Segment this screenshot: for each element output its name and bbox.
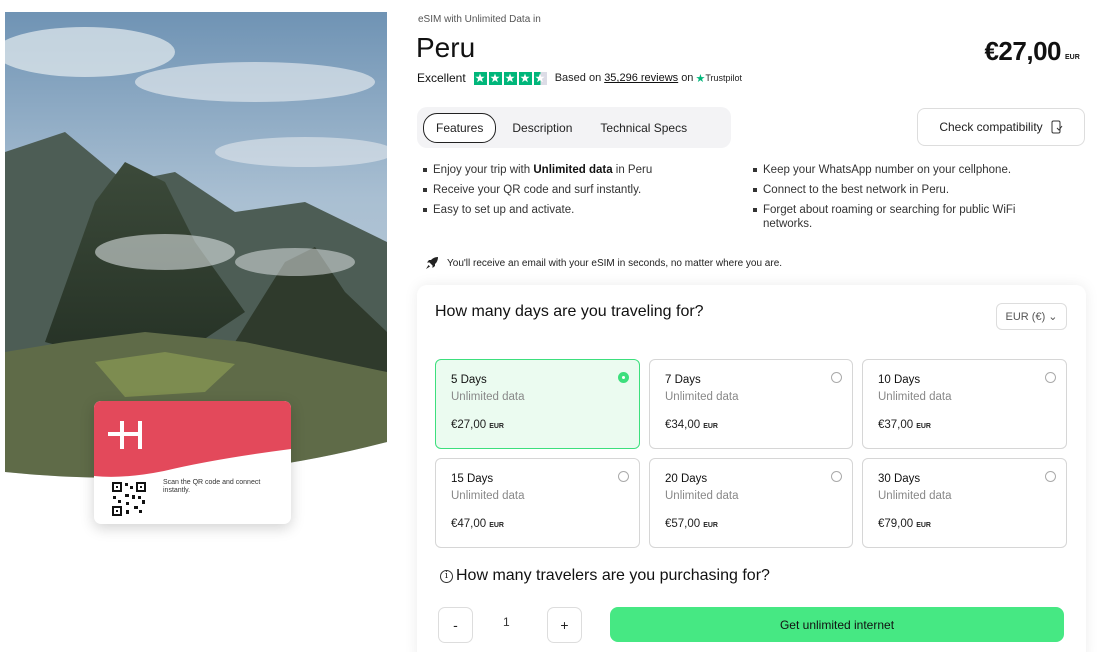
feature-item: Connect to the best network in Peru. bbox=[753, 183, 1083, 197]
based-on-text: Based on bbox=[554, 72, 602, 84]
plan-data: Unlimited data bbox=[451, 490, 525, 502]
check-compatibility-label: Check compatibility bbox=[939, 120, 1043, 134]
check-compatibility-button[interactable]: Check compatibility bbox=[917, 108, 1085, 146]
star-icon bbox=[473, 71, 487, 85]
plan-radio[interactable] bbox=[831, 471, 842, 482]
feature-item: Easy to set up and activate. bbox=[423, 203, 753, 217]
plan-question: How many days are you traveling for? bbox=[435, 303, 704, 320]
plan-data: Unlimited data bbox=[665, 391, 739, 403]
decrement-button[interactable]: - bbox=[438, 607, 473, 643]
plan-radio[interactable] bbox=[1045, 471, 1056, 482]
plan-radio[interactable] bbox=[831, 372, 842, 383]
plan-data: Unlimited data bbox=[878, 391, 952, 403]
trustpilot-star-icon: ★ bbox=[695, 72, 706, 85]
price-currency: EUR bbox=[1065, 54, 1080, 61]
trustpilot-logo: Trustpilot bbox=[705, 73, 742, 83]
plan-price: €57,00 EUR bbox=[665, 518, 718, 530]
product-price: €27,00 bbox=[984, 36, 1061, 66]
esim-card: Scan the QR code and connect instantly. bbox=[94, 401, 291, 524]
plan-option-10-days[interactable]: 10 Days Unlimited data €37,00 EUR bbox=[862, 359, 1067, 449]
plan-days: 7 Days bbox=[665, 374, 701, 386]
plan-data: Unlimited data bbox=[665, 490, 739, 502]
plan-option-5-days[interactable]: 5 Days Unlimited data €27,00 EUR bbox=[435, 359, 640, 449]
plan-option-30-days[interactable]: 30 Days Unlimited data €79,00 EUR bbox=[862, 458, 1067, 548]
plan-option-7-days[interactable]: 7 Days Unlimited data €34,00 EUR bbox=[649, 359, 853, 449]
travelers-question-text: How many travelers are you purchasing fo… bbox=[456, 567, 770, 584]
feature-item: Keep your WhatsApp number on your cellph… bbox=[753, 163, 1083, 177]
plan-grid: 5 Days Unlimited data €27,00 EUR 7 Days U… bbox=[435, 359, 1067, 548]
traveler-quantity: 1 bbox=[503, 615, 510, 629]
get-unlimited-internet-button[interactable]: Get unlimited internet bbox=[610, 607, 1064, 642]
card-caption: Scan the QR code and connect instantly. bbox=[163, 479, 261, 494]
plan-price: €37,00 EUR bbox=[878, 419, 931, 431]
plan-option-20-days[interactable]: 20 Days Unlimited data €57,00 EUR bbox=[649, 458, 853, 548]
page-title: Peru bbox=[416, 32, 476, 63]
email-note: You'll receive an email with your eSIM i… bbox=[425, 256, 782, 270]
star-icon bbox=[488, 71, 502, 85]
currency-value: EUR (€) bbox=[1005, 310, 1046, 323]
plan-days: 15 Days bbox=[451, 473, 494, 485]
increment-button[interactable]: + bbox=[547, 607, 582, 643]
plan-price: €79,00 EUR bbox=[878, 518, 931, 530]
reviews-link[interactable]: 35,296 reviews bbox=[604, 72, 678, 84]
email-note-text: You'll receive an email with your eSIM i… bbox=[447, 257, 783, 269]
star-icon bbox=[518, 71, 532, 85]
trustpilot-rating: Excellent Based on 35,296 reviews on ★ T… bbox=[417, 70, 742, 86]
holafly-logo-icon bbox=[108, 421, 142, 449]
tab-description[interactable]: Description bbox=[500, 114, 584, 142]
tab-technical-specs[interactable]: Technical Specs bbox=[588, 114, 699, 142]
plan-days: 30 Days bbox=[878, 473, 921, 485]
plan-days: 20 Days bbox=[665, 473, 708, 485]
plan-selector: How many days are you traveling for? EUR… bbox=[417, 285, 1086, 652]
feature-item: Forget about roaming or searching for pu… bbox=[753, 203, 1083, 231]
star-icon bbox=[503, 71, 517, 85]
plan-radio[interactable] bbox=[1045, 372, 1056, 383]
product-subtitle: eSIM with Unlimited Data in bbox=[418, 14, 541, 25]
tab-features[interactable]: Features bbox=[423, 112, 497, 143]
qr-code-icon bbox=[112, 482, 146, 516]
product-tabs: Features Description Technical Specs bbox=[417, 107, 731, 148]
plan-option-15-days[interactable]: 15 Days Unlimited data €47,00 EUR bbox=[435, 458, 640, 548]
rating-stars bbox=[473, 71, 547, 85]
plan-data: Unlimited data bbox=[451, 391, 525, 403]
features-list: Enjoy your trip with Unlimited data in P… bbox=[423, 163, 1083, 231]
plan-radio[interactable] bbox=[618, 471, 629, 482]
currency-select[interactable]: EUR (€) ⌄ bbox=[996, 303, 1067, 330]
plan-days: 10 Days bbox=[878, 374, 921, 386]
plan-price: €47,00 EUR bbox=[451, 518, 504, 530]
chevron-down-icon: ⌄ bbox=[1048, 311, 1058, 323]
on-text: on bbox=[681, 72, 694, 84]
plan-radio[interactable] bbox=[618, 372, 629, 383]
half-star-icon bbox=[533, 71, 547, 85]
plan-price: €34,00 EUR bbox=[665, 419, 718, 431]
info-icon[interactable]: i bbox=[440, 569, 453, 583]
plan-data: Unlimited data bbox=[878, 490, 952, 502]
plan-days: 5 Days bbox=[451, 374, 487, 386]
feature-item: Enjoy your trip with Unlimited data in P… bbox=[423, 163, 753, 177]
rating-label: Excellent bbox=[417, 71, 466, 85]
feature-item: Receive your QR code and surf instantly. bbox=[423, 183, 753, 197]
travelers-question: i How many travelers are you purchasing … bbox=[440, 567, 770, 585]
phone-check-icon bbox=[1051, 120, 1063, 134]
rocket-icon bbox=[426, 257, 438, 269]
plan-price: €27,00 EUR bbox=[451, 419, 504, 431]
